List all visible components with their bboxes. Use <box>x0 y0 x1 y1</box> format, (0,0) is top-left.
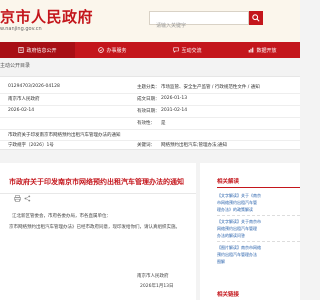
chat-icon <box>173 47 180 53</box>
meta-row: 市政府关于印发南京市网络预约出租汽车管理办法的通知 <box>0 131 300 140</box>
divider <box>0 193 196 194</box>
nav-item-data[interactable]: 数据开放 <box>225 47 300 54</box>
related-link[interactable]: 【图片解读】南京市网络 预约出租汽车管理办法 图解 <box>217 244 300 265</box>
nav-label: 互动交流 <box>181 47 202 54</box>
site-header: 京市人民政府 w.nanjing.gov.cn <box>0 0 300 42</box>
document-metadata: 01294703/2026-04128 主题分类： 市场监管、安全生产监管 / … <box>0 76 300 150</box>
divider <box>217 187 300 188</box>
breadcrumb[interactable]: 主动公开目录 <box>0 62 300 69</box>
related-link-line: 网络预约出租汽车管理 <box>217 226 257 231</box>
divider <box>0 117 300 118</box>
meta-value: 2031-02-14 <box>161 108 188 113</box>
related-link-line: 图解 <box>217 259 225 264</box>
related-link-line: 预约出租汽车管理办法 <box>217 252 257 257</box>
related-link[interactable]: 【文字解读】关于《南京 市网络预约出租汽车管 理办法》的政策解读 <box>217 192 300 213</box>
meta-value: 网络预约出租汽车;管理办法;通知 <box>161 143 228 148</box>
related-link-line: 【图片解读】南京市网络 <box>217 245 261 250</box>
divider <box>0 93 300 94</box>
service-icon <box>98 47 105 53</box>
related-link-line: 办法的解读问答 <box>217 233 245 238</box>
related-title: 相关解读 <box>217 179 240 185</box>
meta-row: 01294703/2026-04128 主题分类： 市场监管、安全生产监管 / … <box>0 83 300 92</box>
divider <box>217 241 300 242</box>
meta-publisher-value: 南京市人民政府 <box>8 97 40 102</box>
article-paragraph: 京市网络预约出租汽车管理办法》已经市政府同意，现印发给你们，请认真组织实施。 <box>9 225 180 230</box>
related-link-line: 【文字解读】关于南京市 <box>217 219 261 224</box>
meta-label: 关键词： <box>137 143 155 148</box>
nav-label: 数据开放 <box>256 47 277 54</box>
search-button[interactable] <box>249 11 263 25</box>
related-link[interactable]: 【文字解读】关于南京市 网络预约出租汽车管理 办法的解读问答 <box>217 218 300 239</box>
divider <box>0 129 300 130</box>
data-icon <box>249 47 254 53</box>
article-signature: 南京市人民政府 <box>137 274 169 279</box>
search-icon <box>252 14 260 22</box>
meta-label: 有效日期： <box>137 109 160 114</box>
article-date: 2026年1月13日 <box>140 284 174 289</box>
main-nav: 政府信息公开 办事服务 互动交流 数据开放 <box>0 42 300 58</box>
meta-label: 有效性： <box>137 121 155 126</box>
site-title[interactable]: 京市人民政府 <box>0 6 93 27</box>
share-icon[interactable] <box>24 195 31 202</box>
meta-row: 有效性： 是 <box>0 119 300 128</box>
meta-row: 南京市人民政府 成文日期： 2026-01-13 <box>0 95 300 104</box>
nav-item-info-disclosure[interactable]: 政府信息公开 <box>0 42 75 58</box>
related-links-title: 相关链接 <box>217 292 240 298</box>
doc-icon <box>18 47 25 53</box>
search-box <box>149 11 249 32</box>
related-link-line: 【文字解读】关于《南京 <box>217 193 261 198</box>
site-url: w.nanjing.gov.cn <box>0 26 42 32</box>
meta-value: 2026-01-13 <box>161 96 188 101</box>
related-panel: 相关解读 【文字解读】关于《南京 市网络预约出租汽车管 理办法》的政策解读 【文… <box>200 163 300 300</box>
meta-label: 主题分类： <box>137 85 160 90</box>
print-icon[interactable] <box>14 195 21 202</box>
meta-label: 成文日期： <box>137 97 160 102</box>
meta-row: 宁政规字〔2026〕1号 关键词： 网络预约出租汽车;管理办法;通知 <box>0 141 300 150</box>
nav-label: 办事服务 <box>106 47 127 54</box>
related-link-line: 市网络预约出租汽车管 <box>217 200 257 205</box>
article-title: 市政府关于印发南京市网络预约出租汽车管理办法的通知 <box>9 178 184 186</box>
article-panel: 市政府关于印发南京市网络预约出租汽车管理办法的通知 江北新区管委会，市府各委办局… <box>0 163 196 300</box>
nav-item-interaction[interactable]: 互动交流 <box>150 47 225 54</box>
related-link-line: 理办法》的政策解读 <box>217 207 253 212</box>
meta-docnum-value: 宁政规字〔2026〕1号 <box>8 143 54 148</box>
nav-item-services[interactable]: 办事服务 <box>75 47 150 54</box>
divider <box>217 215 300 216</box>
meta-row: 2026-02-14 有效日期： 2031-02-14 <box>0 107 300 116</box>
article-paragraph: 江北新区管委会，市府各委办局，市各直属单位： <box>12 214 111 219</box>
meta-date-value: 2026-02-14 <box>8 108 35 113</box>
meta-value: 是 <box>161 121 166 126</box>
meta-index-value: 01294703/2026-04128 <box>8 84 60 89</box>
meta-title-value: 市政府关于印发南京市网络预约出租汽车管理办法的通知 <box>8 133 121 138</box>
meta-value: 市场监管、安全生产监管 / 行政规范性文件 / 通知 <box>161 85 260 90</box>
divider <box>0 105 300 106</box>
search-input[interactable] <box>150 20 248 32</box>
nav-label: 政府信息公开 <box>26 47 57 54</box>
